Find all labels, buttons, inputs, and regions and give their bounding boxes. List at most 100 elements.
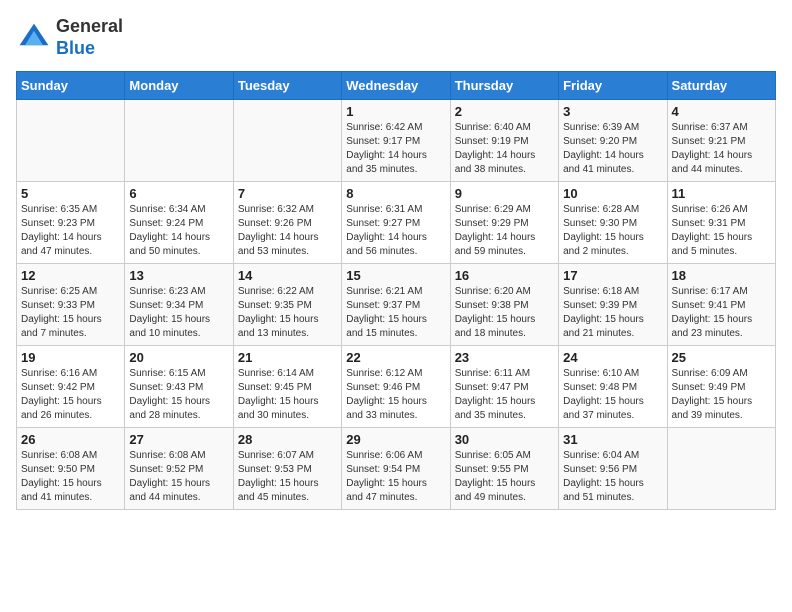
week-row-3: 12 Sunrise: 6:25 AM Sunset: 9:33 PM Dayli… xyxy=(17,264,776,346)
calendar-cell: 16 Sunrise: 6:20 AM Sunset: 9:38 PM Dayli… xyxy=(450,264,558,346)
day-info: Sunrise: 6:12 AM Sunset: 9:46 PM Dayligh… xyxy=(346,367,445,423)
calendar-cell: 8Sunrise: 6:31 AM Sunset: 9:27 PM Daylig… xyxy=(342,182,450,264)
day-number: 7 xyxy=(238,186,337,201)
logo-general: General xyxy=(56,16,123,36)
day-info: Sunrise: 6:05 AM Sunset: 9:55 PM Dayligh… xyxy=(455,449,554,505)
calendar-cell: 23Sunrise: 6:11 AM Sunset: 9:47 PM Dayli… xyxy=(450,346,558,428)
day-info: Sunrise: 6:04 AM Sunset: 9:56 PM Dayligh… xyxy=(563,449,662,505)
calendar-cell: 11Sunrise: 6:26 AM Sunset: 9:31 PM Dayli… xyxy=(667,182,775,264)
day-number: 1 xyxy=(346,104,445,119)
day-info: Sunrise: 6:07 AM Sunset: 9:53 PM Dayligh… xyxy=(238,449,337,505)
day-number: 6 xyxy=(129,186,228,201)
day-info: Sunrise: 6:34 AM Sunset: 9:24 PM Dayligh… xyxy=(129,203,228,259)
logo-icon xyxy=(16,20,52,56)
day-info: Sunrise: 6:08 AM Sunset: 9:50 PM Dayligh… xyxy=(21,449,120,505)
calendar-cell: 21Sunrise: 6:14 AM Sunset: 9:45 PM Dayli… xyxy=(233,346,341,428)
weekday-header-saturday: Saturday xyxy=(667,72,775,100)
day-info: Sunrise: 6:10 AM Sunset: 9:48 PM Dayligh… xyxy=(563,367,662,423)
day-number: 17 xyxy=(563,268,662,283)
day-info: Sunrise: 6:23 AM Sunset: 9:34 PM Dayligh… xyxy=(129,285,228,341)
weekday-header-sunday: Sunday xyxy=(17,72,125,100)
calendar-cell: 9 Sunrise: 6:29 AM Sunset: 9:29 PM Daylig… xyxy=(450,182,558,264)
calendar-cell xyxy=(233,100,341,182)
day-info: Sunrise: 6:18 AM Sunset: 9:39 PM Dayligh… xyxy=(563,285,662,341)
calendar-cell: 29 Sunrise: 6:06 AM Sunset: 9:54 PM Dayli… xyxy=(342,428,450,510)
day-info: Sunrise: 6:29 AM Sunset: 9:29 PM Dayligh… xyxy=(455,203,554,259)
day-number: 16 xyxy=(455,268,554,283)
day-number: 24 xyxy=(563,350,662,365)
day-number: 9 xyxy=(455,186,554,201)
day-info: Sunrise: 6:31 AM Sunset: 9:27 PM Dayligh… xyxy=(346,203,445,259)
calendar-cell: 12 Sunrise: 6:25 AM Sunset: 9:33 PM Dayli… xyxy=(17,264,125,346)
day-info: Sunrise: 6:26 AM Sunset: 9:31 PM Dayligh… xyxy=(672,203,771,259)
calendar-cell xyxy=(125,100,233,182)
day-info: Sunrise: 6:15 AM Sunset: 9:43 PM Dayligh… xyxy=(129,367,228,423)
week-row-2: 5 Sunrise: 6:35 AM Sunset: 9:23 PM Daylig… xyxy=(17,182,776,264)
day-number: 27 xyxy=(129,432,228,447)
day-info: Sunrise: 6:40 AM Sunset: 9:19 PM Dayligh… xyxy=(455,121,554,177)
day-number: 14 xyxy=(238,268,337,283)
calendar-cell: 5 Sunrise: 6:35 AM Sunset: 9:23 PM Daylig… xyxy=(17,182,125,264)
calendar-cell: 7 Sunrise: 6:32 AM Sunset: 9:26 PM Daylig… xyxy=(233,182,341,264)
day-number: 18 xyxy=(672,268,771,283)
calendar-cell: 25 Sunrise: 6:09 AM Sunset: 9:49 PM Dayli… xyxy=(667,346,775,428)
weekday-header-row: SundayMondayTuesdayWednesdayThursdayFrid… xyxy=(17,72,776,100)
calendar-table: SundayMondayTuesdayWednesdayThursdayFrid… xyxy=(16,71,776,510)
day-info: Sunrise: 6:21 AM Sunset: 9:37 PM Dayligh… xyxy=(346,285,445,341)
day-info: Sunrise: 6:37 AM Sunset: 9:21 PM Dayligh… xyxy=(672,121,771,177)
calendar-cell: 24 Sunrise: 6:10 AM Sunset: 9:48 PM Dayli… xyxy=(559,346,667,428)
weekday-header-thursday: Thursday xyxy=(450,72,558,100)
day-info: Sunrise: 6:32 AM Sunset: 9:26 PM Dayligh… xyxy=(238,203,337,259)
calendar-cell: 19 Sunrise: 6:16 AM Sunset: 9:42 PM Dayli… xyxy=(17,346,125,428)
calendar-cell: 10Sunrise: 6:28 AM Sunset: 9:30 PM Dayli… xyxy=(559,182,667,264)
calendar-cell: 28 Sunrise: 6:07 AM Sunset: 9:53 PM Dayli… xyxy=(233,428,341,510)
weekday-header-wednesday: Wednesday xyxy=(342,72,450,100)
week-row-1: 1 Sunrise: 6:42 AM Sunset: 9:17 PM Daylig… xyxy=(17,100,776,182)
day-number: 13 xyxy=(129,268,228,283)
day-number: 20 xyxy=(129,350,228,365)
logo: General Blue xyxy=(16,16,123,59)
calendar-cell xyxy=(667,428,775,510)
day-info: Sunrise: 6:39 AM Sunset: 9:20 PM Dayligh… xyxy=(563,121,662,177)
day-number: 21 xyxy=(238,350,337,365)
day-number: 26 xyxy=(21,432,120,447)
day-info: Sunrise: 6:06 AM Sunset: 9:54 PM Dayligh… xyxy=(346,449,445,505)
calendar-cell: 31 Sunrise: 6:04 AM Sunset: 9:56 PM Dayli… xyxy=(559,428,667,510)
calendar-cell: 30 Sunrise: 6:05 AM Sunset: 9:55 PM Dayli… xyxy=(450,428,558,510)
calendar-cell: 14 Sunrise: 6:22 AM Sunset: 9:35 PM Dayli… xyxy=(233,264,341,346)
day-number: 30 xyxy=(455,432,554,447)
day-number: 5 xyxy=(21,186,120,201)
calendar-cell: 27Sunrise: 6:08 AM Sunset: 9:52 PM Dayli… xyxy=(125,428,233,510)
day-number: 31 xyxy=(563,432,662,447)
day-info: Sunrise: 6:20 AM Sunset: 9:38 PM Dayligh… xyxy=(455,285,554,341)
calendar-cell: 15 Sunrise: 6:21 AM Sunset: 9:37 PM Dayli… xyxy=(342,264,450,346)
day-number: 22 xyxy=(346,350,445,365)
weekday-header-monday: Monday xyxy=(125,72,233,100)
week-row-5: 26 Sunrise: 6:08 AM Sunset: 9:50 PM Dayli… xyxy=(17,428,776,510)
day-number: 28 xyxy=(238,432,337,447)
week-row-4: 19 Sunrise: 6:16 AM Sunset: 9:42 PM Dayli… xyxy=(17,346,776,428)
day-info: Sunrise: 6:42 AM Sunset: 9:17 PM Dayligh… xyxy=(346,121,445,177)
day-number: 15 xyxy=(346,268,445,283)
calendar-cell: 22 Sunrise: 6:12 AM Sunset: 9:46 PM Dayli… xyxy=(342,346,450,428)
day-info: Sunrise: 6:17 AM Sunset: 9:41 PM Dayligh… xyxy=(672,285,771,341)
calendar-cell: 4Sunrise: 6:37 AM Sunset: 9:21 PM Daylig… xyxy=(667,100,775,182)
day-info: Sunrise: 6:25 AM Sunset: 9:33 PM Dayligh… xyxy=(21,285,120,341)
day-number: 10 xyxy=(563,186,662,201)
calendar-cell: 26 Sunrise: 6:08 AM Sunset: 9:50 PM Dayli… xyxy=(17,428,125,510)
logo-text: General Blue xyxy=(56,16,123,59)
day-info: Sunrise: 6:16 AM Sunset: 9:42 PM Dayligh… xyxy=(21,367,120,423)
day-info: Sunrise: 6:22 AM Sunset: 9:35 PM Dayligh… xyxy=(238,285,337,341)
calendar-cell: 1 Sunrise: 6:42 AM Sunset: 9:17 PM Daylig… xyxy=(342,100,450,182)
day-number: 19 xyxy=(21,350,120,365)
weekday-header-tuesday: Tuesday xyxy=(233,72,341,100)
day-info: Sunrise: 6:35 AM Sunset: 9:23 PM Dayligh… xyxy=(21,203,120,259)
calendar-cell: 20 Sunrise: 6:15 AM Sunset: 9:43 PM Dayli… xyxy=(125,346,233,428)
day-number: 12 xyxy=(21,268,120,283)
day-number: 29 xyxy=(346,432,445,447)
day-number: 25 xyxy=(672,350,771,365)
calendar-cell xyxy=(17,100,125,182)
day-number: 3 xyxy=(563,104,662,119)
day-info: Sunrise: 6:09 AM Sunset: 9:49 PM Dayligh… xyxy=(672,367,771,423)
calendar-cell: 2Sunrise: 6:40 AM Sunset: 9:19 PM Daylig… xyxy=(450,100,558,182)
